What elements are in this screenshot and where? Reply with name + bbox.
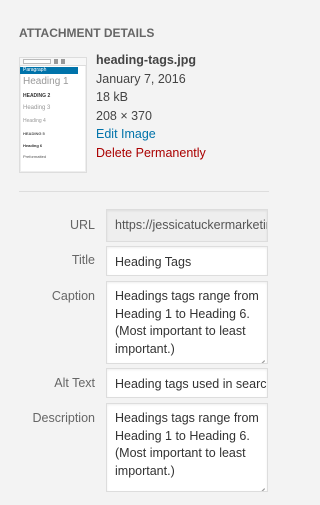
- description-textarea[interactable]: Headings tags range from Heading 1 to He…: [106, 403, 268, 492]
- file-name: heading-tags.jpg: [96, 53, 196, 67]
- title-label: Title: [71, 253, 95, 267]
- thumbnail-option: Heading 1: [23, 76, 69, 87]
- file-details: heading-tags.jpg January 7, 2016 18 kB 2…: [96, 51, 206, 162]
- alt-text-field[interactable]: Heading tags used in search: [106, 368, 268, 398]
- thumbnail-option: Heading 4: [23, 118, 46, 124]
- edit-image-link[interactable]: Edit Image: [96, 125, 206, 144]
- url-field[interactable]: https://jessicatuckermarketing.com: [106, 209, 268, 242]
- thumbnail-format-select: [23, 59, 51, 64]
- resize-handle-icon[interactable]: [256, 352, 265, 361]
- attachment-details-panel: ATTACHMENT DETAILS Paragraph Heading 1 H…: [0, 0, 284, 505]
- image-dimensions: 208 × 370: [96, 108, 152, 123]
- section-divider: [19, 191, 269, 192]
- alt-text-label: Alt Text: [54, 376, 95, 390]
- file-size: 18 kB: [96, 90, 128, 104]
- thumbnail-option: HEADING 2: [23, 93, 51, 99]
- thumbnail-bold-icon: [54, 59, 58, 64]
- attachment-thumbnail[interactable]: Paragraph Heading 1 HEADING 2 Heading 3 …: [19, 57, 87, 173]
- description-label: Description: [32, 411, 95, 425]
- caption-label: Caption: [51, 289, 95, 303]
- description-text: Headings tags range from Heading 1 to He…: [115, 411, 259, 478]
- thumbnail-option: Heading 6: [23, 143, 43, 148]
- thumbnail-option: HEADING 5: [23, 131, 45, 136]
- caption-textarea[interactable]: Headings tags range from Heading 1 to He…: [106, 281, 268, 364]
- thumbnail-italic-icon: [61, 59, 65, 64]
- title-field[interactable]: Heading Tags: [106, 246, 268, 276]
- upload-date: January 7, 2016: [96, 71, 186, 86]
- thumbnail-option: Paragraph: [20, 67, 78, 74]
- delete-permanently-link[interactable]: Delete Permanently: [96, 144, 206, 163]
- caption-text: Headings tags range from Heading 1 to He…: [115, 289, 259, 356]
- panel-heading: ATTACHMENT DETAILS: [19, 26, 155, 40]
- thumbnail-format-options: Paragraph Heading 1 HEADING 2 Heading 3 …: [20, 67, 78, 161]
- thumbnail-option: Heading 3: [23, 105, 51, 111]
- thumbnail-toolbar: [20, 58, 86, 66]
- url-label: URL: [69, 218, 95, 232]
- resize-handle-icon[interactable]: [256, 480, 265, 489]
- thumbnail-option: Preformatted: [23, 154, 47, 159]
